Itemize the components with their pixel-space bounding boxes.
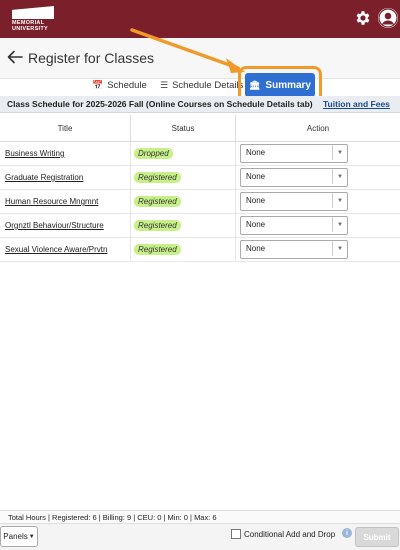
table-row: Orgnztl Behaviour/Structure Registered N… bbox=[0, 214, 400, 238]
gear-icon[interactable] bbox=[354, 9, 372, 27]
action-select-value: None bbox=[246, 196, 265, 205]
calendar-icon: 📅 bbox=[92, 80, 103, 91]
chevron-down-icon: ▼ bbox=[332, 145, 347, 160]
logo-line2: UNIVERSITY bbox=[12, 26, 48, 32]
course-title-link[interactable]: Orgnztl Behaviour/Structure bbox=[0, 221, 104, 230]
table-row: Sexual Violence Aware/Prvtn Registered N… bbox=[0, 238, 400, 262]
course-title-link[interactable]: Graduate Registration bbox=[0, 173, 83, 182]
caret-down-icon: ▼ bbox=[29, 534, 35, 540]
column-header-action[interactable]: Action bbox=[236, 115, 400, 142]
action-select[interactable]: None ▼ bbox=[240, 240, 348, 259]
submit-button[interactable]: Submit bbox=[355, 527, 399, 547]
status-badge: Registered bbox=[134, 220, 181, 231]
chevron-down-icon: ▼ bbox=[332, 193, 347, 208]
conditional-add-drop-label: Conditional Add and Drop bbox=[244, 530, 335, 539]
list-icon: ☰ bbox=[160, 80, 168, 91]
table-row: Graduate Registration Registered None ▼ bbox=[0, 166, 400, 190]
action-select[interactable]: None ▼ bbox=[240, 216, 348, 235]
panels-label: Panels bbox=[3, 532, 27, 541]
status-badge: Registered bbox=[134, 172, 181, 183]
tuition-fees-link[interactable]: Tuition and Fees bbox=[323, 99, 390, 109]
status-badge: Dropped bbox=[134, 148, 173, 159]
conditional-add-drop-toggle[interactable]: Conditional Add and Drop bbox=[231, 529, 335, 539]
tab-summary-label: Summary bbox=[265, 80, 311, 91]
schedule-heading-bar: Class Schedule for 2025-2026 Fall (Onlin… bbox=[0, 96, 400, 113]
column-header-status[interactable]: Status bbox=[131, 115, 236, 142]
action-select-value: None bbox=[246, 148, 265, 157]
back-arrow-icon[interactable] bbox=[6, 48, 24, 66]
course-title-link[interactable]: Sexual Violence Aware/Prvtn bbox=[0, 245, 107, 254]
tab-schedule-details-label: Schedule Details bbox=[172, 80, 243, 91]
table-row: Human Resource Mngmnt Registered None ▼ bbox=[0, 190, 400, 214]
total-hours-bar: Total Hours | Registered: 6 | Billing: 9… bbox=[0, 510, 400, 524]
university-logo[interactable]: MEMORIAL UNIVERSITY bbox=[12, 6, 56, 34]
action-select[interactable]: None ▼ bbox=[240, 144, 348, 163]
action-select-value: None bbox=[246, 172, 265, 181]
chevron-down-icon: ▼ bbox=[332, 217, 347, 232]
tab-schedule-details[interactable]: ☰ Schedule Details bbox=[160, 80, 243, 91]
user-avatar-icon[interactable] bbox=[378, 8, 398, 28]
tab-schedule-label: Schedule bbox=[107, 80, 147, 91]
info-icon[interactable]: i bbox=[342, 528, 352, 538]
logo-flag bbox=[12, 6, 54, 19]
action-select-value: None bbox=[246, 220, 265, 229]
status-badge: Registered bbox=[134, 244, 181, 255]
tab-schedule[interactable]: 📅 Schedule bbox=[92, 80, 147, 91]
tab-summary[interactable]: 🏛 Summary bbox=[245, 73, 315, 97]
status-badge: Registered bbox=[134, 196, 181, 207]
action-select[interactable]: None ▼ bbox=[240, 168, 348, 187]
building-icon: 🏛 bbox=[249, 80, 260, 91]
table-header-row: Title Status Action bbox=[0, 115, 400, 142]
bottom-action-bar: Panels ▼ Conditional Add and Drop i Subm… bbox=[0, 523, 400, 550]
schedule-heading: Class Schedule for 2025-2026 Fall (Onlin… bbox=[7, 99, 313, 109]
chevron-down-icon: ▼ bbox=[332, 169, 347, 184]
course-title-link[interactable]: Human Resource Mngmnt bbox=[0, 197, 98, 206]
table-row: Business Writing Dropped None ▼ bbox=[0, 142, 400, 166]
column-header-title[interactable]: Title bbox=[0, 115, 131, 142]
total-hours-text: Total Hours | Registered: 6 | Billing: 9… bbox=[8, 513, 217, 522]
action-select[interactable]: None ▼ bbox=[240, 192, 348, 211]
panels-button[interactable]: Panels ▼ bbox=[0, 526, 38, 547]
chevron-down-icon: ▼ bbox=[332, 241, 347, 256]
course-title-link[interactable]: Business Writing bbox=[0, 149, 64, 158]
action-select-value: None bbox=[246, 244, 265, 253]
tab-strip: 📅 Schedule ☰ Schedule Details bbox=[0, 78, 400, 96]
schedule-table: Title Status Action Business Writing Dro… bbox=[0, 115, 400, 262]
conditional-add-drop-checkbox[interactable] bbox=[231, 529, 241, 539]
annotation-arrow bbox=[130, 10, 250, 80]
